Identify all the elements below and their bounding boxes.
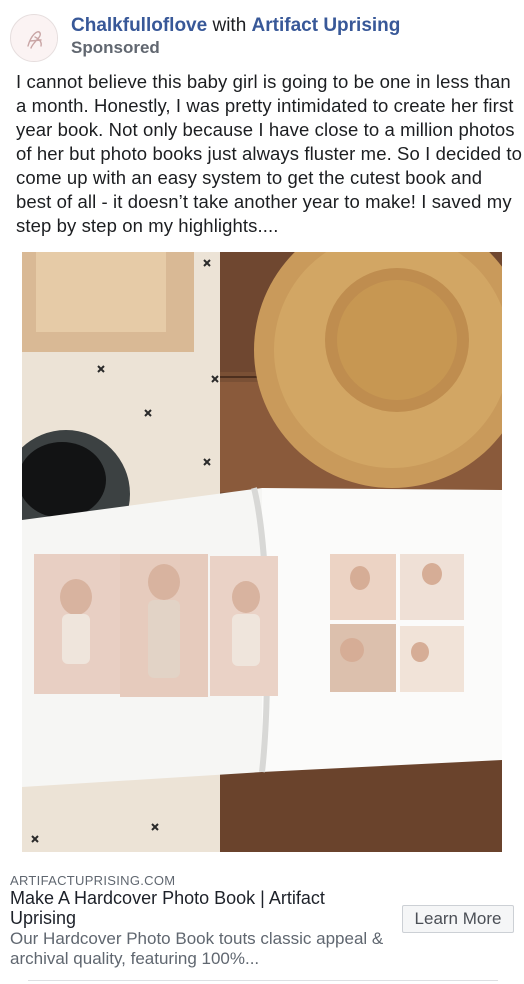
post-body-text: I cannot believe this baby girl is going… (16, 71, 522, 236)
learn-more-button[interactable]: Learn More (402, 905, 514, 933)
link-preview[interactable]: ARTIFACTUPRISING.COM Make A Hardcover Ph… (0, 866, 524, 976)
photo-book-image (22, 252, 502, 852)
sponsored-label[interactable]: Sponsored (71, 38, 160, 58)
partner-name-link[interactable]: Artifact Uprising (252, 15, 401, 36)
link-domain: ARTIFACTUPRISING.COM (10, 873, 176, 888)
page-name-link[interactable]: Chalkfulloflove (71, 15, 207, 36)
with-label: with (212, 15, 247, 36)
ad-image[interactable] (22, 252, 502, 852)
post-header: Chalkfulloflove with Artifact Uprising S… (10, 12, 514, 62)
page-avatar[interactable] (10, 14, 58, 62)
link-title[interactable]: Make A Hardcover Photo Book | Artifact U… (10, 888, 390, 928)
link-description: Our Hardcover Photo Book touts classic a… (10, 929, 384, 968)
post-author-line: Chalkfulloflove with Artifact Uprising (71, 15, 400, 37)
script-logo-icon (12, 16, 57, 61)
post-divider (28, 980, 498, 981)
